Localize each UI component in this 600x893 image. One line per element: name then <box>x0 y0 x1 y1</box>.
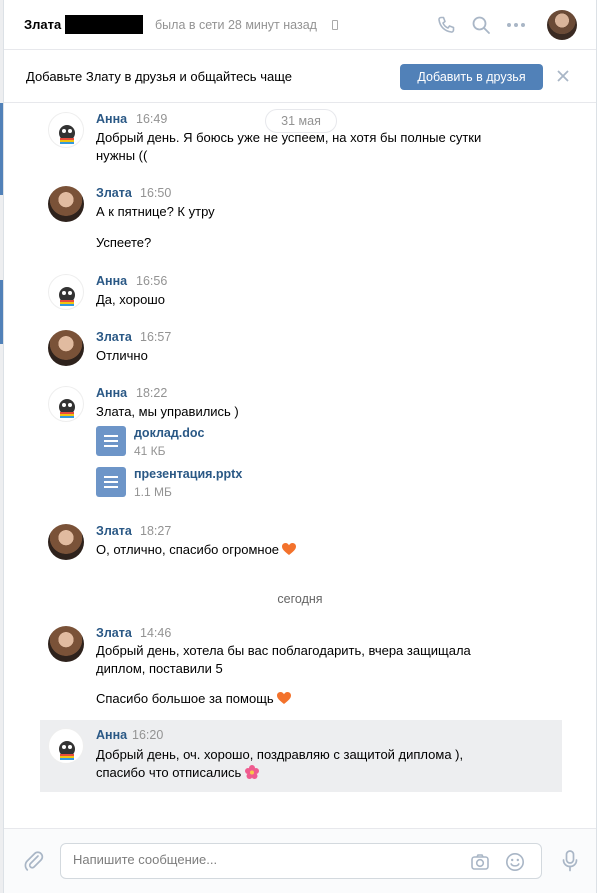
message-line: спасибо что отписались <box>96 765 242 780</box>
message-author[interactable]: Анна <box>96 274 127 288</box>
message: Злата 18:27 О, отлично, спасибо огромное <box>40 516 562 566</box>
message-text: Успеете? <box>96 235 152 250</box>
message: Анна 18:22 Злата, мы управились ) доклад… <box>40 378 562 504</box>
attachment-size: 1.1 МБ <box>134 485 172 499</box>
chat-header: Злата была в сети 28 минут назад <box>4 0 596 50</box>
message-time[interactable]: 14:46 <box>140 626 171 640</box>
message-line: Спасибо большое за помощь <box>96 691 274 706</box>
message-author[interactable]: Злата <box>96 186 132 200</box>
message-text: Добрый день, хотела бы вас поблагодарить… <box>96 642 536 678</box>
phone-call-icon[interactable] <box>436 15 456 35</box>
message-text: О, отлично, спасибо огромное <box>96 541 536 559</box>
author-avatar[interactable] <box>48 626 84 662</box>
message-time[interactable]: 18:27 <box>140 524 171 538</box>
microphone-icon[interactable] <box>560 850 580 872</box>
emoji-smile-icon[interactable] <box>505 852 525 872</box>
message-text: Добрый день. Я боюсь уже не успеем, на х… <box>96 129 536 165</box>
message: Злата 16:57 Отлично <box>40 322 562 372</box>
message-author[interactable]: Анна <box>96 728 127 742</box>
contact-avatar[interactable] <box>547 10 577 40</box>
message-line: диплом, поставили 5 <box>96 661 223 676</box>
date-divider: 31 мая <box>265 109 337 133</box>
orange-heart-emoji <box>282 543 297 555</box>
attachment-name[interactable]: доклад.doc <box>134 426 205 440</box>
author-avatar[interactable] <box>48 524 84 560</box>
author-avatar[interactable] <box>48 330 84 366</box>
mobile-device-icon <box>332 20 338 30</box>
message-line: Добрый день, хотела бы вас поблагодарить… <box>96 643 471 658</box>
message-time[interactable]: 16:20 <box>132 728 163 742</box>
redacted-surname <box>65 15 143 34</box>
date-divider: сегодня <box>277 592 323 606</box>
search-icon[interactable] <box>471 15 491 35</box>
attachment-name[interactable]: презентация.pptx <box>134 467 242 481</box>
message-text: Спасибо большое за помощь <box>96 690 536 708</box>
message-text: А к пятнице? К утру <box>96 204 215 219</box>
message-text: Да, хорошо <box>96 292 165 307</box>
message-input-box[interactable] <box>60 843 542 879</box>
banner-text: Добавьте Злату в друзья и общайтесь чаще <box>26 69 292 84</box>
message-text: Добрый день, оч. хорошо, поздравляю с за… <box>96 746 536 782</box>
message-author[interactable]: Злата <box>96 330 132 344</box>
file-attachment[interactable]: доклад.doc 41 КБ <box>96 426 296 460</box>
document-icon <box>96 467 126 497</box>
close-icon[interactable] <box>555 68 571 84</box>
message-author[interactable]: Злата <box>96 626 132 640</box>
message-text: Злата, мы управились ) <box>96 404 239 419</box>
flower-emoji <box>245 765 260 779</box>
file-attachment[interactable]: презентация.pptx 1.1 МБ <box>96 467 296 501</box>
message-history[interactable]: Анна 16:49 Добрый день. Я боюсь уже не у… <box>4 104 596 828</box>
message-time[interactable]: 16:57 <box>140 330 171 344</box>
message: Анна 16:56 Да, хорошо <box>40 266 562 316</box>
message-line: Добрый день, оч. хорошо, поздравляю с за… <box>96 747 464 762</box>
message-input[interactable] <box>73 852 453 867</box>
message-composer <box>4 828 596 893</box>
message-time[interactable]: 16:49 <box>136 112 167 126</box>
chat-window: Злата была в сети 28 минут назад Добавьт… <box>3 0 597 893</box>
message-author[interactable]: Злата <box>96 524 132 538</box>
orange-heart-emoji <box>276 692 291 704</box>
add-friend-button[interactable]: Добавить в друзья <box>400 64 543 90</box>
message-time[interactable]: 16:56 <box>136 274 167 288</box>
author-avatar[interactable] <box>48 112 84 148</box>
contact-name[interactable]: Злата <box>24 17 61 32</box>
attach-paperclip-icon[interactable] <box>23 850 45 872</box>
author-avatar[interactable] <box>48 274 84 310</box>
message-line: нужны (( <box>96 148 148 163</box>
camera-icon[interactable] <box>470 852 490 872</box>
message-author[interactable]: Анна <box>96 386 127 400</box>
author-avatar[interactable] <box>48 728 84 764</box>
message: Злата 14:46 Добрый день, хотела бы вас п… <box>40 618 562 714</box>
online-status: была в сети 28 минут назад <box>155 18 317 32</box>
message: Анна 16:20 Добрый день, оч. хорошо, позд… <box>40 720 562 792</box>
message-time[interactable]: 16:50 <box>140 186 171 200</box>
document-icon <box>96 426 126 456</box>
message-author[interactable]: Анна <box>96 112 127 126</box>
message-time[interactable]: 18:22 <box>136 386 167 400</box>
author-avatar[interactable] <box>48 386 84 422</box>
message-line: О, отлично, спасибо огромное <box>96 542 280 557</box>
message: Злата 16:50 А к пятнице? К утру Успеете? <box>40 178 562 258</box>
add-friend-banner: Добавьте Злату в друзья и общайтесь чаще… <box>4 51 596 103</box>
author-avatar[interactable] <box>48 186 84 222</box>
more-options-icon[interactable] <box>506 15 526 35</box>
attachment-size: 41 КБ <box>134 444 166 458</box>
message-text: Отлично <box>96 348 148 363</box>
